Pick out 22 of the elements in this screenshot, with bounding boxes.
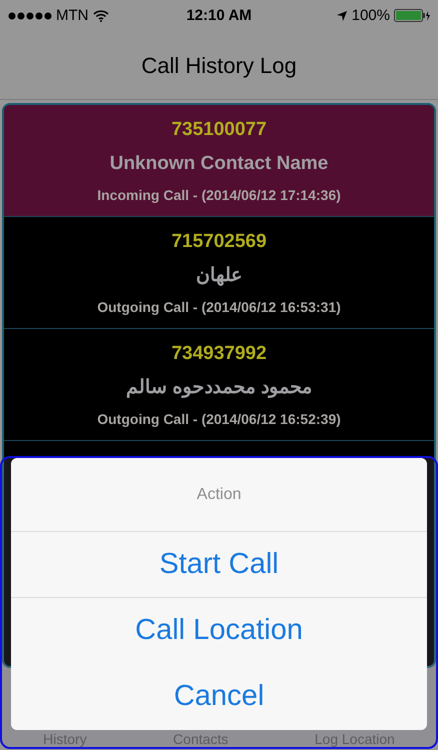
call-detail: Outgoing Call - (2014/06/12 16:53:31) [97, 298, 341, 317]
phone-number: 715702569 [171, 230, 267, 254]
sheet-title: Action [196, 484, 242, 504]
sheet-action[interactable]: Call Location [11, 598, 427, 664]
wifi-icon [92, 10, 108, 22]
signal-icon [8, 12, 52, 20]
sheet-action[interactable]: Start Call [11, 532, 427, 598]
contact-name: علهان [196, 264, 242, 288]
contact-name: Unknown Contact Name [110, 152, 328, 176]
carrier-name: MTN [56, 6, 88, 26]
call-detail: Incoming Call - (2014/06/12 17:14:36) [97, 186, 341, 205]
battery-charging-icon [394, 9, 430, 23]
location-arrow-icon [336, 10, 348, 22]
sheet-action[interactable]: Cancel [11, 664, 427, 730]
call-detail: Outgoing Call - (2014/06/12 16:52:39) [97, 410, 341, 429]
contact-name: محمود محمددحوه سالم [126, 376, 312, 400]
clock-time: 12:10 AM [185, 6, 253, 26]
screen-title: Call History Log [141, 52, 297, 80]
phone-number: 734937992 [171, 342, 267, 366]
call-row[interactable]: 735100077 Unknown Contact Name Incoming Call - (2014/06/12 17:14:36) [4, 105, 434, 217]
phone-number: 735100077 [171, 118, 267, 142]
battery-percent: 100% [352, 6, 390, 26]
